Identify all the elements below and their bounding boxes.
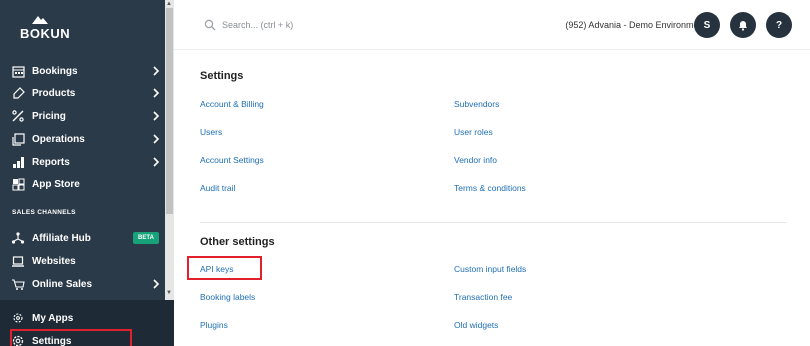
- other-settings-heading: Other settings: [200, 236, 275, 248]
- top-bar: (952) Advania - Demo Environment S ?: [174, 0, 810, 50]
- settings-highlight-box: [10, 329, 132, 346]
- plugins-link[interactable]: Plugins: [200, 320, 228, 330]
- section-divider: [200, 222, 786, 223]
- bokun-logo[interactable]: BOKUN: [20, 15, 80, 45]
- calendar-icon: [10, 63, 26, 79]
- chevron-right-icon: [153, 88, 160, 98]
- sidebar-item-bookings[interactable]: Bookings: [0, 60, 174, 82]
- sidebar-scrollbar-thumb[interactable]: [166, 8, 173, 214]
- environment-label[interactable]: (952) Advania - Demo Environment: [565, 20, 706, 30]
- help-button[interactable]: ?: [766, 12, 792, 38]
- settings-heading: Settings: [200, 70, 244, 82]
- sidebar-item-my-apps[interactable]: My Apps: [0, 307, 174, 329]
- vendor-info-link[interactable]: Vendor info: [454, 155, 497, 165]
- chevron-right-icon: [153, 279, 160, 289]
- copy-icon: [10, 131, 26, 147]
- brand-name: BOKUN: [20, 26, 71, 41]
- bell-icon: [739, 21, 747, 31]
- sidebar-item-products[interactable]: Products: [0, 82, 174, 104]
- search-icon: [204, 19, 216, 31]
- booking-labels-link[interactable]: Booking labels: [200, 292, 255, 302]
- terms-conditions-link[interactable]: Terms & conditions: [454, 183, 526, 193]
- api-keys-highlight-box: [187, 256, 262, 280]
- sidebar-item-label: Affiliate Hub: [32, 232, 91, 244]
- percent-icon: [10, 108, 26, 124]
- avatar-letter: S: [703, 19, 711, 31]
- old-widgets-link[interactable]: Old widgets: [454, 320, 498, 330]
- account-settings-link[interactable]: Account Settings: [200, 155, 264, 165]
- cart-icon: [10, 276, 26, 292]
- chevron-right-icon: [153, 157, 160, 167]
- apps-gear-icon: [10, 310, 26, 326]
- sidebar-item-pricing[interactable]: Pricing: [0, 105, 174, 127]
- notifications-button[interactable]: [730, 12, 756, 38]
- scroll-up-arrow-icon[interactable]: ▲: [166, 1, 172, 7]
- sidebar-item-label: Websites: [32, 255, 76, 267]
- sidebar-item-label: Online Sales: [32, 278, 93, 290]
- beta-badge: BETA: [133, 232, 159, 244]
- subvendors-link[interactable]: Subvendors: [454, 99, 499, 109]
- users-link[interactable]: Users: [200, 127, 222, 137]
- sidebar-item-label: Operations: [32, 133, 85, 145]
- transaction-fee-link[interactable]: Transaction fee: [454, 292, 512, 302]
- sidebar-item-websites[interactable]: Websites: [0, 250, 174, 272]
- search-input[interactable]: [222, 16, 522, 34]
- chevron-right-icon: [153, 66, 160, 76]
- chevron-right-icon: [153, 134, 160, 144]
- account-billing-link[interactable]: Account & Billing: [200, 99, 264, 109]
- sidebar-item-label: App Store: [32, 178, 80, 190]
- sidebar-item-label: Pricing: [32, 110, 66, 122]
- user-roles-link[interactable]: User roles: [454, 127, 493, 137]
- settings-content: Settings Account & Billing Users Account…: [174, 50, 810, 346]
- laptop-icon: [10, 253, 26, 269]
- chevron-right-icon: [153, 111, 160, 121]
- sidebar-item-reports[interactable]: Reports: [0, 151, 174, 173]
- sidebar-item-label: Reports: [32, 156, 70, 168]
- sidebar-item-app-store[interactable]: App Store: [0, 173, 174, 195]
- scroll-down-arrow-icon[interactable]: ▼: [166, 290, 172, 296]
- sidebar-item-label: My Apps: [32, 312, 74, 324]
- help-icon: ?: [775, 19, 783, 31]
- tag-icon: [10, 85, 26, 101]
- network-icon: [10, 230, 26, 246]
- user-avatar-button[interactable]: S: [694, 12, 720, 38]
- sidebar-item-label: Products: [32, 87, 76, 99]
- sidebar-item-label: Bookings: [32, 65, 78, 77]
- custom-input-fields-link[interactable]: Custom input fields: [454, 264, 526, 274]
- mountain-logo-icon: [32, 16, 48, 24]
- sidebar: BOKUN Bookings Products Pricing Operatio…: [0, 0, 174, 346]
- sales-channels-heading: SALES CHANNELS: [12, 209, 76, 216]
- audit-trail-link[interactable]: Audit trail: [200, 183, 235, 193]
- sidebar-item-online-sales[interactable]: Online Sales: [0, 273, 174, 295]
- grid-icon: [10, 176, 26, 192]
- bar-chart-icon: [10, 154, 26, 170]
- sidebar-item-operations[interactable]: Operations: [0, 128, 174, 150]
